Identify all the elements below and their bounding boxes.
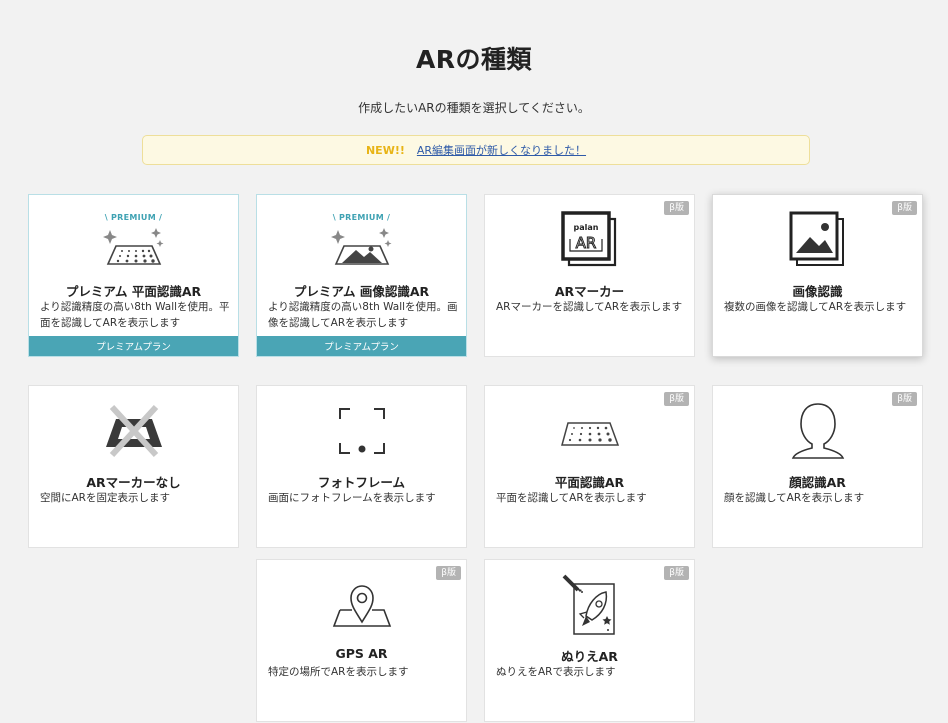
premium-label: \ PREMIUM / (104, 212, 163, 222)
card-gps-ar[interactable]: β版 GPS AR 特定の場所でARを表示します (256, 559, 467, 722)
card-title: 顔認識AR (789, 475, 846, 490)
ar-marker-brand-text: palan (573, 223, 598, 232)
card-face-recognition[interactable]: β版 顔認識AR 顔を認識してARを表示します (712, 385, 923, 548)
card-description: 平面を認識してARを表示します (496, 492, 647, 504)
premium-image-icon (330, 227, 391, 265)
ar-marker-icon: palan AR (560, 211, 616, 267)
card-title: GPS AR (335, 646, 388, 661)
premium-plan-bar: プレミアムプラン (257, 336, 466, 356)
premium-label: \ PREMIUM / (332, 212, 391, 222)
card-photo-frame[interactable]: フォトフレーム 画面にフォトフレームを表示します (256, 385, 467, 548)
card-title: 画像認識 (792, 284, 843, 299)
svg-text:AR: AR (575, 234, 596, 252)
card-title: プレミアム 画像認識AR (293, 284, 430, 299)
premium-plan-bar: プレミアムプラン (29, 336, 238, 356)
card-title: 平面認識AR (554, 475, 625, 490)
card-image-recognition[interactable]: β版 画像認識 複数の画像を認識してARを表示します (712, 194, 923, 357)
face-recognition-icon (791, 403, 844, 459)
page-title: ARの種類 (415, 45, 533, 74)
card-description: 特定の場所でARを表示します (268, 666, 409, 678)
card-ar-marker[interactable]: β版 palan AR ARマーカー ARマーカーを認識してARを表示します (484, 194, 695, 357)
photo-frame-icon (338, 408, 385, 454)
card-title: フォトフレーム (317, 475, 406, 490)
page-subtitle: 作成したいARの種類を選択してください。 (358, 101, 590, 115)
no-marker-icon (105, 404, 162, 458)
image-recognition-icon (789, 211, 844, 266)
card-description: ARマーカーを認識してARを表示します (496, 301, 683, 313)
card-premium-image-ar[interactable]: \ PREMIUM / プレミアム 画像認識AR より認識精度の高い8th Wa… (256, 194, 467, 357)
card-premium-plane-ar[interactable]: \ PREMIUM / プレミアム 平面認識AR より認識精度の高い8th Wa… (28, 194, 239, 357)
gps-pin-icon (332, 585, 391, 627)
card-description: 顔を認識してARを表示します (724, 492, 865, 504)
card-title: ぬりえAR (561, 649, 618, 664)
new-badge: NEW!! (365, 143, 405, 157)
card-description: より認識精度の高い8th Wallを使用。平面を認識してARを表示します (40, 301, 230, 329)
card-title: プレミアム 平面認識AR (65, 284, 202, 299)
update-notice: NEW!! AR編集画面が新しくなりました！ (142, 135, 810, 165)
card-description: 空間にARを固定表示します (40, 492, 170, 504)
card-description: 複数の画像を認識してARを表示します (724, 301, 907, 313)
premium-plane-icon (102, 227, 163, 265)
card-description: ぬりえをARで表示します (496, 666, 616, 678)
card-no-marker[interactable]: ARマーカーなし 空間にARを固定表示します (28, 385, 239, 548)
plane-recognition-icon (560, 422, 619, 446)
update-notice-link[interactable]: AR編集画面が新しくなりました！ (417, 142, 586, 158)
card-description: 画面にフォトフレームを表示します (268, 492, 436, 504)
card-title: ARマーカーなし (86, 475, 181, 490)
card-coloring-ar[interactable]: β版 ぬりえAR ぬりえをARで表示します (484, 559, 695, 722)
coloring-rocket-icon (562, 574, 615, 635)
card-description: より認識精度の高い8th Wallを使用。画像を認識してARを表示します (268, 301, 458, 329)
card-plane-recognition[interactable]: β版 平面認識AR 平面を認識してARを表示します (484, 385, 695, 548)
card-title: ARマーカー (554, 284, 625, 299)
